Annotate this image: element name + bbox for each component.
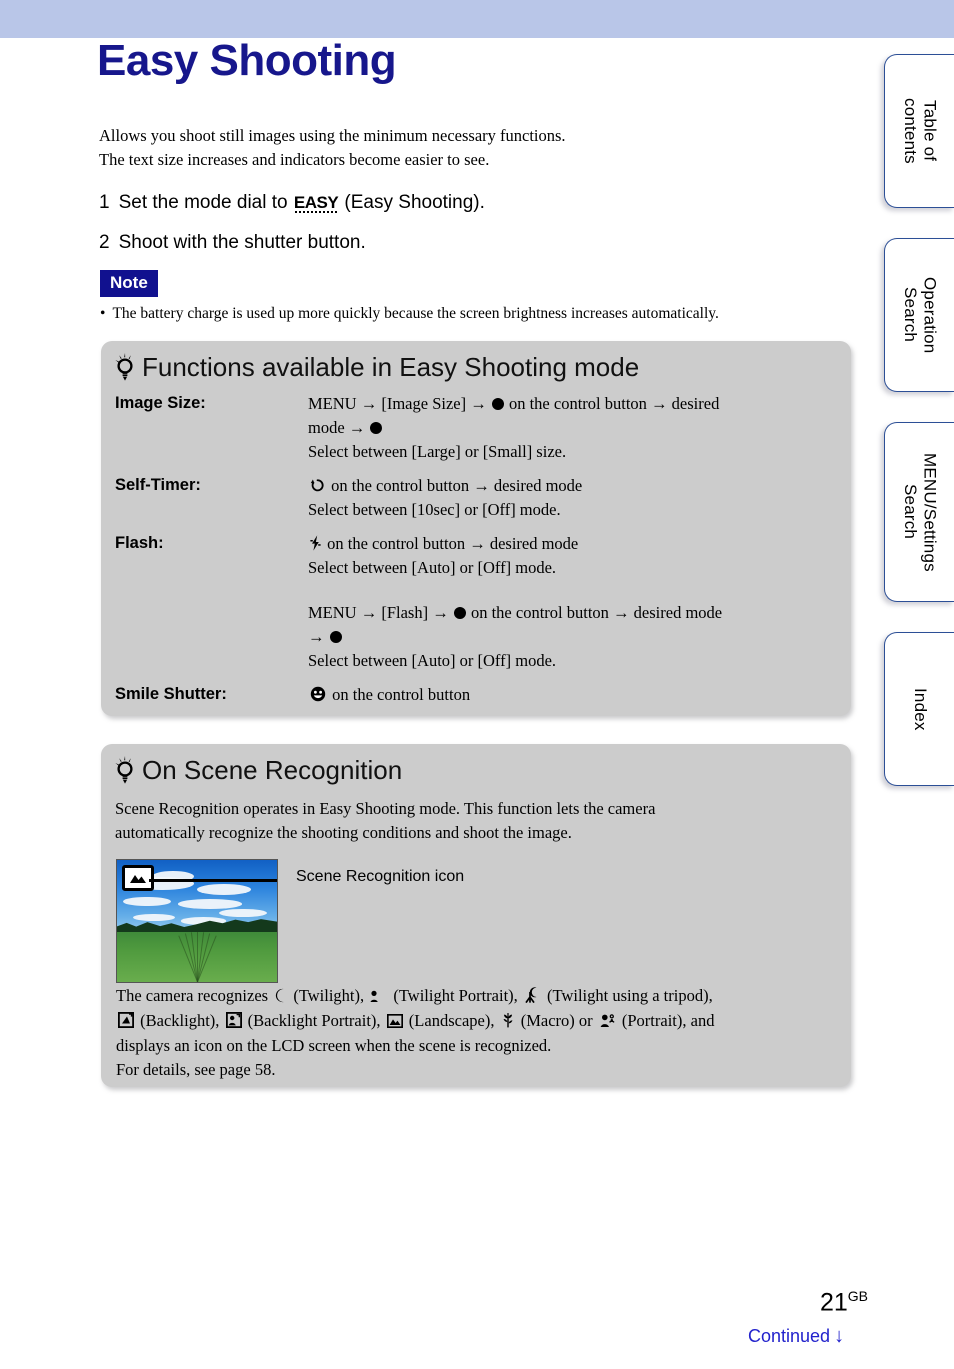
note-bullet: •	[100, 305, 106, 322]
flash-icon	[310, 535, 321, 551]
scene-label: (Backlight Portrait),	[247, 1010, 381, 1030]
function-label: Self-Timer:	[115, 475, 201, 494]
tipbox1-heading-row: Functions available in Easy Shooting mod…	[101, 341, 851, 382]
down-arrow-icon: ↓	[834, 1325, 845, 1347]
intro-line-2: The text size increases and indicators b…	[99, 149, 490, 169]
function-label: Smile Shutter:	[115, 685, 227, 704]
note-text: • The battery charge is used up more quic…	[100, 303, 870, 325]
page-content: Easy Shooting Allows you shoot still ima…	[0, 0, 884, 1369]
function-description: MENU → [Flash] → on the control button →…	[308, 603, 723, 671]
intro-paragraph: Allows you shoot still images using the …	[99, 124, 859, 172]
page-title: Easy Shooting	[97, 36, 397, 85]
scene-label: (Twilight using a tripod),	[547, 986, 713, 1005]
scene-label: (Macro) or	[520, 1010, 593, 1030]
control-button-dot-icon	[329, 631, 342, 644]
sidebar-tab-label: Operation Search	[901, 276, 940, 354]
sidebar-tab-table-of-contents[interactable]: Table of contents	[884, 54, 954, 208]
step-2-text: Shoot with the shutter button.	[118, 231, 366, 253]
portrait-icon	[600, 1014, 615, 1027]
step-1-text-after: (Easy Shooting).	[339, 192, 485, 213]
macro-tulip-icon	[503, 1012, 512, 1028]
step-1-text-before: Set the mode dial to	[118, 192, 293, 213]
backlight-portrait-icon	[225, 1011, 242, 1028]
recognize-tail-line-2: For details, see page 58.	[116, 1060, 276, 1080]
scene-recognition-thumbnail	[116, 859, 278, 983]
function-label	[115, 601, 308, 673]
sidebar-tab-label: MENU/Settings Search	[901, 452, 940, 572]
control-button-dot-icon	[453, 607, 466, 620]
scene-label: (Backlight),	[140, 1010, 220, 1030]
twilight-tripod-icon	[525, 987, 537, 1003]
scene-label: (Twilight Portrait),	[393, 986, 518, 1005]
scene-recognition-thumbnail-wrap	[116, 859, 278, 983]
sidebar-tab-label: Table of contents	[901, 98, 940, 164]
scene-label: (Landscape),	[408, 1010, 495, 1030]
easy-mode-dial-glyph: EASY	[293, 192, 339, 215]
function-label: Flash:	[115, 533, 164, 552]
tipbox2-body-line-2: automatically recognize the shooting con…	[115, 822, 572, 842]
step-2: 2 Shoot with the shutter button.	[99, 230, 859, 256]
recognize-lead: The camera recognizes	[116, 986, 269, 1005]
sidebar-tab-menu-settings-search[interactable]: MENU/Settings Search	[884, 422, 954, 602]
function-label: Image Size:	[115, 394, 206, 412]
sidebar-tab-operation-search[interactable]: Operation Search	[884, 238, 954, 392]
function-description: on the control button → desired mode Sel…	[308, 475, 583, 519]
scene-label: (Portrait), and	[621, 1010, 715, 1030]
landscape-icon	[122, 865, 154, 891]
scene-label: (Twilight),	[293, 986, 365, 1005]
callout-line	[149, 879, 277, 882]
lightbulb-icon	[115, 756, 133, 784]
twilight-portrait-icon	[370, 990, 385, 1002]
function-row-self-timer: Self-Timer: on the control button → desi…	[115, 464, 851, 522]
backlight-icon	[118, 1011, 134, 1028]
page-number: 21GB	[820, 1288, 868, 1317]
recognized-scenes-paragraph: The camera recognizes (Twilight), (Twili…	[116, 984, 838, 1083]
callout-label: Scene Recognition icon	[296, 868, 465, 885]
note-body: The battery charge is used up more quick…	[112, 305, 719, 322]
continued-link[interactable]: Continued ↓	[748, 1325, 844, 1348]
intro-line-1: Allows you shoot still images using the …	[99, 126, 566, 145]
function-row-flash: Flash: on the control button → desired m…	[115, 522, 851, 580]
self-timer-icon	[310, 479, 324, 492]
steps-list: 1 Set the mode dial to EASY (Easy Shootin…	[99, 190, 859, 269]
tipbox1-heading: Functions available in Easy Shooting mod…	[142, 351, 640, 382]
control-button-dot-icon	[370, 421, 383, 434]
tipbox2-body: Scene Recognition operates in Easy Shoot…	[115, 797, 815, 845]
sidebar-tab-label: Index	[910, 687, 930, 731]
step-2-number: 2	[99, 231, 110, 253]
step-1-number: 1	[99, 192, 110, 213]
landscape-icon	[386, 1013, 403, 1028]
tipbox2-heading-row: On Scene Recognition	[101, 744, 851, 785]
twilight-moon-icon	[276, 988, 284, 1003]
smile-icon	[310, 687, 326, 702]
tipbox2-heading: On Scene Recognition	[142, 754, 403, 785]
function-description: on the control button	[308, 683, 851, 707]
function-row-flash-menu: MENU → [Flash] → on the control button →…	[115, 579, 851, 673]
step-1: 1 Set the mode dial to EASY (Easy Shootin…	[99, 190, 859, 216]
control-button-dot-icon	[491, 398, 504, 410]
function-description: on the control button → desired mode Sel…	[308, 533, 579, 577]
tipbox-functions-available: Functions available in Easy Shooting mod…	[101, 341, 851, 716]
page-number-suffix: GB	[847, 1288, 868, 1304]
function-row-smile-shutter: Smile Shutter: on the control button	[115, 673, 851, 707]
note-badge: Note	[100, 270, 158, 298]
lightbulb-icon	[115, 353, 133, 381]
page-number-value: 21	[819, 1288, 848, 1317]
recognize-tail-line-1: displays an icon on the LCD screen when …	[116, 1035, 552, 1055]
function-description: MENU → [Image Size] → on the control but…	[308, 394, 720, 461]
field	[117, 931, 277, 982]
function-row-image-size: Image Size: MENU → [Image Size] → on the…	[115, 382, 851, 464]
continued-label: Continued	[748, 1326, 831, 1346]
sidebar-tab-index[interactable]: Index	[884, 632, 954, 786]
tipbox2-body-line-1: Scene Recognition operates in Easy Shoot…	[115, 799, 656, 818]
